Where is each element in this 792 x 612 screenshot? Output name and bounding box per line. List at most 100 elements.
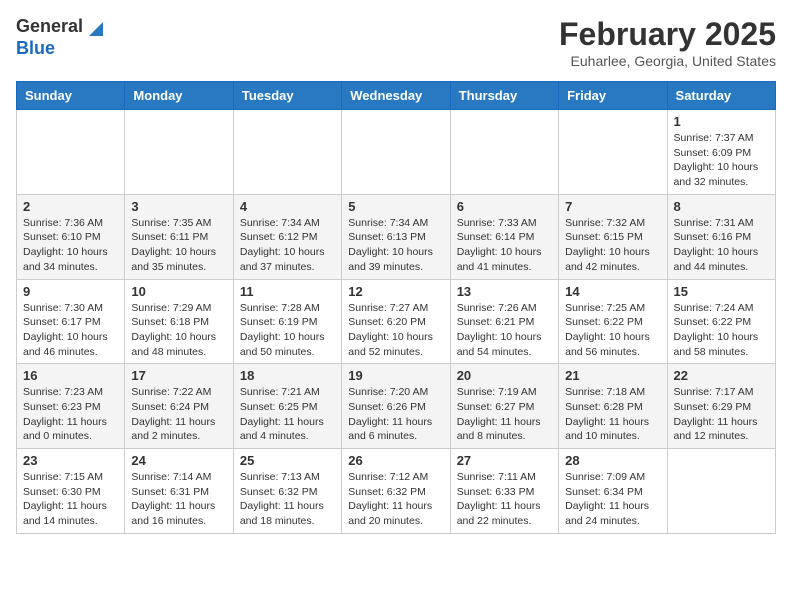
calendar-cell bbox=[125, 110, 233, 195]
calendar-cell: 1 Sunrise: 7:37 AM Sunset: 6:09 PM Daylig… bbox=[667, 110, 775, 195]
day-number: 25 bbox=[240, 453, 335, 468]
day-info: Sunrise: 7:20 AM Sunset: 6:26 PM Dayligh… bbox=[348, 385, 443, 444]
day-number: 5 bbox=[348, 199, 443, 214]
title-section: February 2025 Euharlee, Georgia, United … bbox=[559, 16, 776, 69]
day-number: 17 bbox=[131, 368, 226, 383]
calendar-cell: 25 Sunrise: 7:13 AM Sunset: 6:32 PM Dayli… bbox=[233, 449, 341, 534]
day-info: Sunrise: 7:27 AM Sunset: 6:20 PM Dayligh… bbox=[348, 301, 443, 360]
day-info: Sunrise: 7:13 AM Sunset: 6:32 PM Dayligh… bbox=[240, 470, 335, 529]
calendar-week-row: 16 Sunrise: 7:23 AM Sunset: 6:23 PM Dayli… bbox=[17, 364, 776, 449]
day-info: Sunrise: 7:36 AM Sunset: 6:10 PM Dayligh… bbox=[23, 216, 118, 275]
day-header-sunday: Sunday bbox=[17, 82, 125, 110]
day-info: Sunrise: 7:09 AM Sunset: 6:34 PM Dayligh… bbox=[565, 470, 660, 529]
logo-triangle-icon bbox=[85, 18, 103, 36]
calendar-cell: 11 Sunrise: 7:28 AM Sunset: 6:19 PM Dayli… bbox=[233, 279, 341, 364]
day-info: Sunrise: 7:28 AM Sunset: 6:19 PM Dayligh… bbox=[240, 301, 335, 360]
day-info: Sunrise: 7:37 AM Sunset: 6:09 PM Dayligh… bbox=[674, 131, 769, 190]
calendar-cell: 12 Sunrise: 7:27 AM Sunset: 6:20 PM Dayli… bbox=[342, 279, 450, 364]
day-info: Sunrise: 7:29 AM Sunset: 6:18 PM Dayligh… bbox=[131, 301, 226, 360]
day-number: 27 bbox=[457, 453, 552, 468]
day-header-wednesday: Wednesday bbox=[342, 82, 450, 110]
calendar-cell bbox=[233, 110, 341, 195]
day-number: 1 bbox=[674, 114, 769, 129]
page-header: General Blue February 2025 Euharlee, Geo… bbox=[16, 16, 776, 69]
calendar-cell: 24 Sunrise: 7:14 AM Sunset: 6:31 PM Dayli… bbox=[125, 449, 233, 534]
day-number: 21 bbox=[565, 368, 660, 383]
calendar-cell: 13 Sunrise: 7:26 AM Sunset: 6:21 PM Dayli… bbox=[450, 279, 558, 364]
day-number: 18 bbox=[240, 368, 335, 383]
calendar-cell bbox=[559, 110, 667, 195]
calendar-cell bbox=[450, 110, 558, 195]
calendar-cell: 3 Sunrise: 7:35 AM Sunset: 6:11 PM Daylig… bbox=[125, 194, 233, 279]
calendar-week-row: 2 Sunrise: 7:36 AM Sunset: 6:10 PM Daylig… bbox=[17, 194, 776, 279]
day-number: 20 bbox=[457, 368, 552, 383]
calendar-table: SundayMondayTuesdayWednesdayThursdayFrid… bbox=[16, 81, 776, 534]
day-number: 2 bbox=[23, 199, 118, 214]
calendar-cell: 14 Sunrise: 7:25 AM Sunset: 6:22 PM Dayli… bbox=[559, 279, 667, 364]
calendar-cell: 17 Sunrise: 7:22 AM Sunset: 6:24 PM Dayli… bbox=[125, 364, 233, 449]
day-info: Sunrise: 7:12 AM Sunset: 6:32 PM Dayligh… bbox=[348, 470, 443, 529]
calendar-week-row: 23 Sunrise: 7:15 AM Sunset: 6:30 PM Dayli… bbox=[17, 449, 776, 534]
calendar-cell bbox=[342, 110, 450, 195]
calendar-cell: 27 Sunrise: 7:11 AM Sunset: 6:33 PM Dayli… bbox=[450, 449, 558, 534]
logo-general-text: General bbox=[16, 16, 83, 38]
day-number: 24 bbox=[131, 453, 226, 468]
day-number: 23 bbox=[23, 453, 118, 468]
calendar-cell: 22 Sunrise: 7:17 AM Sunset: 6:29 PM Dayli… bbox=[667, 364, 775, 449]
day-info: Sunrise: 7:25 AM Sunset: 6:22 PM Dayligh… bbox=[565, 301, 660, 360]
day-info: Sunrise: 7:18 AM Sunset: 6:28 PM Dayligh… bbox=[565, 385, 660, 444]
day-info: Sunrise: 7:21 AM Sunset: 6:25 PM Dayligh… bbox=[240, 385, 335, 444]
day-number: 13 bbox=[457, 284, 552, 299]
calendar-cell: 20Sunrise: 7:19 AM Sunset: 6:27 PM Dayli… bbox=[450, 364, 558, 449]
day-info: Sunrise: 7:35 AM Sunset: 6:11 PM Dayligh… bbox=[131, 216, 226, 275]
calendar-cell: 21 Sunrise: 7:18 AM Sunset: 6:28 PM Dayli… bbox=[559, 364, 667, 449]
day-number: 16 bbox=[23, 368, 118, 383]
day-header-saturday: Saturday bbox=[667, 82, 775, 110]
day-info: Sunrise: 7:32 AM Sunset: 6:15 PM Dayligh… bbox=[565, 216, 660, 275]
day-number: 7 bbox=[565, 199, 660, 214]
calendar-cell: 19 Sunrise: 7:20 AM Sunset: 6:26 PM Dayli… bbox=[342, 364, 450, 449]
day-info: Sunrise: 7:26 AM Sunset: 6:21 PM Dayligh… bbox=[457, 301, 552, 360]
calendar-cell: 15 Sunrise: 7:24 AM Sunset: 6:22 PM Dayli… bbox=[667, 279, 775, 364]
calendar-cell: 28 Sunrise: 7:09 AM Sunset: 6:34 PM Dayli… bbox=[559, 449, 667, 534]
calendar-cell: 2 Sunrise: 7:36 AM Sunset: 6:10 PM Daylig… bbox=[17, 194, 125, 279]
day-info: Sunrise: 7:15 AM Sunset: 6:30 PM Dayligh… bbox=[23, 470, 118, 529]
calendar-cell: 5 Sunrise: 7:34 AM Sunset: 6:13 PM Daylig… bbox=[342, 194, 450, 279]
calendar-cell bbox=[667, 449, 775, 534]
calendar-cell bbox=[17, 110, 125, 195]
day-header-friday: Friday bbox=[559, 82, 667, 110]
day-number: 9 bbox=[23, 284, 118, 299]
day-info: Sunrise: 7:24 AM Sunset: 6:22 PM Dayligh… bbox=[674, 301, 769, 360]
day-info: Sunrise: 7:31 AM Sunset: 6:16 PM Dayligh… bbox=[674, 216, 769, 275]
day-number: 15 bbox=[674, 284, 769, 299]
calendar-cell: 8 Sunrise: 7:31 AM Sunset: 6:16 PM Daylig… bbox=[667, 194, 775, 279]
calendar-cell: 16 Sunrise: 7:23 AM Sunset: 6:23 PM Dayli… bbox=[17, 364, 125, 449]
location-text: Euharlee, Georgia, United States bbox=[559, 53, 776, 69]
day-number: 19 bbox=[348, 368, 443, 383]
day-info: Sunrise: 7:34 AM Sunset: 6:13 PM Dayligh… bbox=[348, 216, 443, 275]
day-number: 11 bbox=[240, 284, 335, 299]
calendar-week-row: 1 Sunrise: 7:37 AM Sunset: 6:09 PM Daylig… bbox=[17, 110, 776, 195]
day-number: 26 bbox=[348, 453, 443, 468]
day-number: 14 bbox=[565, 284, 660, 299]
calendar-cell: 4Sunrise: 7:34 AM Sunset: 6:12 PM Daylig… bbox=[233, 194, 341, 279]
day-number: 8 bbox=[674, 199, 769, 214]
day-number: 6 bbox=[457, 199, 552, 214]
day-info: Sunrise: 7:22 AM Sunset: 6:24 PM Dayligh… bbox=[131, 385, 226, 444]
calendar-cell: 18 Sunrise: 7:21 AM Sunset: 6:25 PM Dayli… bbox=[233, 364, 341, 449]
month-title: February 2025 bbox=[559, 16, 776, 53]
day-number: 12 bbox=[348, 284, 443, 299]
day-number: 3 bbox=[131, 199, 226, 214]
day-number: 28 bbox=[565, 453, 660, 468]
day-number: 22 bbox=[674, 368, 769, 383]
calendar-cell: 10Sunrise: 7:29 AM Sunset: 6:18 PM Dayli… bbox=[125, 279, 233, 364]
day-info: Sunrise: 7:17 AM Sunset: 6:29 PM Dayligh… bbox=[674, 385, 769, 444]
calendar-cell: 9Sunrise: 7:30 AM Sunset: 6:17 PM Daylig… bbox=[17, 279, 125, 364]
day-info: Sunrise: 7:11 AM Sunset: 6:33 PM Dayligh… bbox=[457, 470, 552, 529]
calendar-header-row: SundayMondayTuesdayWednesdayThursdayFrid… bbox=[17, 82, 776, 110]
calendar-cell: 6Sunrise: 7:33 AM Sunset: 6:14 PM Daylig… bbox=[450, 194, 558, 279]
day-header-tuesday: Tuesday bbox=[233, 82, 341, 110]
calendar-week-row: 9Sunrise: 7:30 AM Sunset: 6:17 PM Daylig… bbox=[17, 279, 776, 364]
day-info: Sunrise: 7:14 AM Sunset: 6:31 PM Dayligh… bbox=[131, 470, 226, 529]
day-info: Sunrise: 7:23 AM Sunset: 6:23 PM Dayligh… bbox=[23, 385, 118, 444]
